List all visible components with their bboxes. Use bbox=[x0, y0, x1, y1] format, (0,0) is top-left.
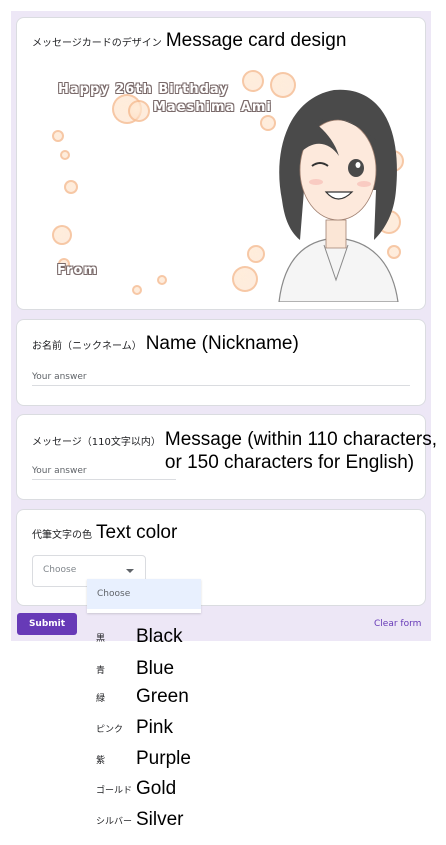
color-label-ja: ピンク bbox=[96, 724, 124, 735]
question-label-ja: メッセージカードのデザイン bbox=[32, 38, 162, 49]
banner-from: From bbox=[57, 263, 98, 278]
color-dropdown-menu: Choose bbox=[87, 579, 201, 613]
question-title: お名前（ニックネーム） Name (Nickname) bbox=[32, 333, 299, 355]
color-label-ja: シルバー bbox=[96, 816, 133, 827]
bubble-decoration bbox=[128, 100, 150, 122]
color-option-blue[interactable]: 青 Blue bbox=[96, 658, 174, 680]
question-label-ja: お名前（ニックネーム） bbox=[32, 341, 142, 352]
bubble-decoration bbox=[52, 130, 64, 142]
color-label-ja: 青 bbox=[96, 665, 106, 676]
question-label-en-line2: or 150 characters for English) bbox=[164, 452, 415, 473]
question-card-message: メッセージ（110文字以内） Message (within 110 chara… bbox=[16, 414, 437, 500]
card-design-image: Happy 26th Birthday Maeshima Ami From bbox=[32, 70, 410, 302]
color-option-green[interactable]: 緑 Green bbox=[96, 686, 189, 708]
question-label-ja: 代筆文字の色 bbox=[32, 530, 92, 541]
question-label-en: Message card design bbox=[165, 30, 347, 51]
color-option-silver[interactable]: シルバー Silver bbox=[96, 809, 184, 831]
bubble-decoration bbox=[242, 70, 264, 92]
question-label-en: Message (within 110 characters, or 150 c… bbox=[165, 428, 437, 474]
name-answer-input[interactable]: Your answer bbox=[32, 372, 410, 386]
color-option-gold[interactable]: ゴールド Gold bbox=[96, 778, 176, 800]
color-label-en: Gold bbox=[136, 778, 177, 799]
bubble-decoration bbox=[247, 245, 265, 263]
question-card-design: メッセージカードのデザイン Message card design Happy … bbox=[16, 17, 426, 310]
question-title: 代筆文字の色 Text color bbox=[32, 522, 177, 544]
dropdown-option-choose[interactable]: Choose bbox=[97, 589, 130, 599]
banner-greeting: Happy 26th Birthday bbox=[58, 82, 229, 97]
color-label-en: Silver bbox=[136, 809, 184, 830]
bubble-decoration bbox=[132, 285, 142, 295]
message-answer-input[interactable]: Your answer bbox=[32, 466, 176, 480]
question-title: メッセージカードのデザイン Message card design bbox=[32, 30, 346, 52]
color-option-purple[interactable]: 紫 Purple bbox=[96, 748, 191, 770]
select-placeholder: Choose bbox=[43, 565, 77, 575]
color-label-en: Black bbox=[136, 626, 183, 647]
bubble-decoration bbox=[60, 150, 70, 160]
character-illustration bbox=[278, 89, 399, 302]
submit-button[interactable]: Submit bbox=[17, 613, 77, 635]
question-label-en: Text color bbox=[96, 522, 178, 543]
color-label-en: Pink bbox=[136, 717, 173, 738]
bubble-decoration bbox=[232, 266, 258, 292]
bubble-decoration bbox=[52, 225, 72, 245]
question-label-ja: メッセージ（110文字以内） bbox=[32, 437, 161, 448]
question-label-en: Name (Nickname) bbox=[145, 333, 299, 354]
bubble-decoration bbox=[157, 275, 167, 285]
color-option-pink[interactable]: ピンク Pink bbox=[96, 717, 173, 739]
question-card-name: お名前（ニックネーム） Name (Nickname) Your answer bbox=[16, 319, 426, 406]
bubble-decoration bbox=[64, 180, 78, 194]
question-card-text-color: 代筆文字の色 Text color Choose bbox=[16, 509, 426, 606]
color-label-ja: 紫 bbox=[96, 755, 106, 766]
banner-name: Maeshima Ami bbox=[153, 100, 272, 115]
color-label-en: Blue bbox=[136, 658, 175, 679]
color-label-ja: 黒 bbox=[96, 633, 106, 644]
color-label-en: Green bbox=[136, 686, 189, 707]
dropdown-arrow-icon bbox=[126, 569, 134, 573]
question-label-en-line1: Message (within 110 characters, bbox=[164, 429, 437, 450]
clear-form-link[interactable]: Clear form bbox=[374, 619, 421, 629]
color-label-ja: ゴールド bbox=[96, 785, 133, 796]
color-option-black[interactable]: 黒 Black bbox=[96, 626, 182, 648]
color-label-en: Purple bbox=[136, 748, 191, 769]
color-label-ja: 緑 bbox=[96, 693, 106, 704]
